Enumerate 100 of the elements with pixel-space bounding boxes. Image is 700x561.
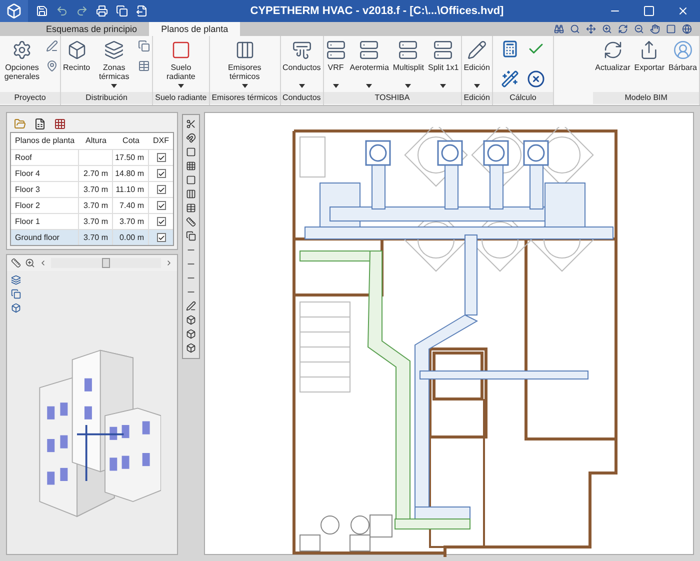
ribbon-button[interactable]: Edición (462, 36, 492, 90)
zoom-slider[interactable] (51, 258, 161, 268)
caret-icon (405, 84, 412, 88)
dxf-checkbox[interactable] (156, 153, 166, 162)
maximize-icon (643, 5, 655, 17)
hand-button[interactable] (650, 24, 660, 34)
box-button[interactable] (186, 315, 196, 325)
dxf-checkbox[interactable] (156, 201, 166, 210)
box-icon (66, 40, 87, 60)
ribbon-group-label: Proyecto (0, 92, 60, 104)
binoculars-button[interactable] (554, 24, 564, 34)
copy-button[interactable] (186, 231, 196, 241)
floor-row[interactable]: Floor 2 3.70 m 7.40 m (11, 197, 173, 213)
column-header: Planos de planta (14, 135, 76, 147)
ribbon-button[interactable]: Multisplit (390, 36, 426, 90)
box-button[interactable] (186, 329, 196, 339)
box-icon (11, 303, 21, 313)
table-button[interactable] (186, 203, 196, 213)
wand-button[interactable] (500, 70, 519, 88)
dxf-checkbox[interactable] (156, 233, 166, 242)
ribbon-tab[interactable]: Planos de planta (149, 22, 240, 36)
box-button[interactable] (186, 343, 196, 353)
slider-thumb[interactable] (102, 258, 110, 268)
globe-button[interactable] (682, 24, 692, 34)
ribbon-button[interactable]: Conductos (280, 36, 323, 90)
magnet-icon (186, 133, 196, 143)
window-title: CYPETHERM HVAC - v2018.f - [C:\...\Offices.hvd] (249, 4, 505, 19)
ruler-button[interactable] (186, 217, 196, 227)
floor-row[interactable]: Floor 3 3.70 m 11.10 m (11, 181, 173, 197)
floor-row[interactable]: Floor 1 3.70 m 3.70 m (11, 213, 173, 229)
app-logo[interactable] (0, 0, 28, 22)
copy-button[interactable] (11, 289, 21, 299)
axes-button[interactable] (11, 258, 21, 268)
ribbon-button[interactable]: Exportar (632, 36, 667, 90)
search-button[interactable] (570, 24, 580, 34)
gear-icon (12, 40, 32, 60)
refresh-icon (602, 40, 623, 60)
folder-icon (14, 118, 26, 130)
columns-button[interactable] (186, 189, 196, 199)
move-button[interactable] (586, 24, 596, 34)
close-icon (677, 5, 689, 17)
grid-button[interactable] (186, 161, 196, 171)
ribbon-button[interactable]: Split 1x1 (426, 36, 461, 90)
ribbon-button[interactable]: Zonas térmicas (92, 36, 136, 90)
column-header: DXF (152, 135, 170, 147)
magnet-button[interactable] (186, 133, 196, 143)
undo-button[interactable] (56, 5, 68, 17)
scroll-right-icon[interactable] (165, 259, 173, 267)
redo-button[interactable] (76, 5, 88, 17)
export-button[interactable] (136, 5, 148, 17)
scroll-left-icon[interactable] (39, 259, 47, 267)
zoom-button[interactable] (25, 258, 35, 268)
window-button[interactable] (666, 24, 676, 34)
dxf-checkbox[interactable] (156, 217, 166, 226)
ribbon-button[interactable]: Recinto (61, 36, 92, 90)
grid-button[interactable] (54, 118, 66, 130)
square-button[interactable] (186, 175, 196, 185)
box-button[interactable] (11, 303, 21, 313)
square-icon (186, 147, 196, 157)
ribbon-button[interactable]: Emisores térmicos (222, 36, 267, 90)
print-button[interactable] (96, 5, 108, 17)
box-icon (186, 329, 196, 339)
table-cell: 0.00 m (113, 230, 149, 245)
ribbon-button[interactable]: Aerotermia (348, 36, 391, 90)
floor-row[interactable]: Ground floor 3.70 m 0.00 m (11, 229, 173, 245)
pin-button[interactable] (46, 60, 58, 72)
ribbon-button[interactable]: Actualizar (593, 36, 632, 90)
print-icon (96, 5, 108, 17)
cancel-button[interactable] (526, 70, 545, 88)
scissors-button[interactable] (186, 119, 196, 129)
hand-icon (650, 24, 660, 34)
duct-icon (292, 40, 312, 60)
zoom-in-button[interactable] (602, 24, 612, 34)
save-button[interactable] (36, 5, 48, 17)
columns-icon (186, 189, 196, 199)
calculator-button[interactable] (500, 40, 519, 58)
table-cell: Ground floor (11, 230, 79, 245)
spreadsheet-button[interactable] (34, 118, 46, 130)
ribbon-button[interactable]: Bárbara (666, 36, 699, 90)
wand-icon (500, 70, 519, 88)
ribbon-button[interactable]: Suelo radiante (158, 36, 203, 90)
zoom-out-button[interactable] (634, 24, 644, 34)
floor-row[interactable]: Roof 17.50 m (11, 149, 173, 165)
dxf-checkbox[interactable] (156, 185, 166, 194)
search-icon (570, 24, 580, 34)
floor-row[interactable]: Floor 4 2.70 m 14.80 m (11, 165, 173, 181)
ribbon-button[interactable]: VRF (324, 36, 348, 90)
open-folder-button[interactable] (14, 118, 26, 130)
ribbon-tab[interactable]: Esquemas de principio (34, 22, 150, 36)
copy-button[interactable] (116, 5, 128, 17)
pen-button[interactable] (186, 301, 196, 311)
user-icon (672, 40, 693, 60)
square-button[interactable] (186, 147, 196, 157)
dxf-checkbox[interactable] (156, 169, 166, 178)
unit-icon (433, 40, 454, 60)
refresh-button[interactable] (618, 24, 628, 34)
grid-icon (186, 161, 196, 171)
table-icon (138, 60, 150, 72)
layers-button[interactable] (11, 275, 21, 285)
ribbon-button[interactable]: Opciones generales (0, 36, 44, 90)
